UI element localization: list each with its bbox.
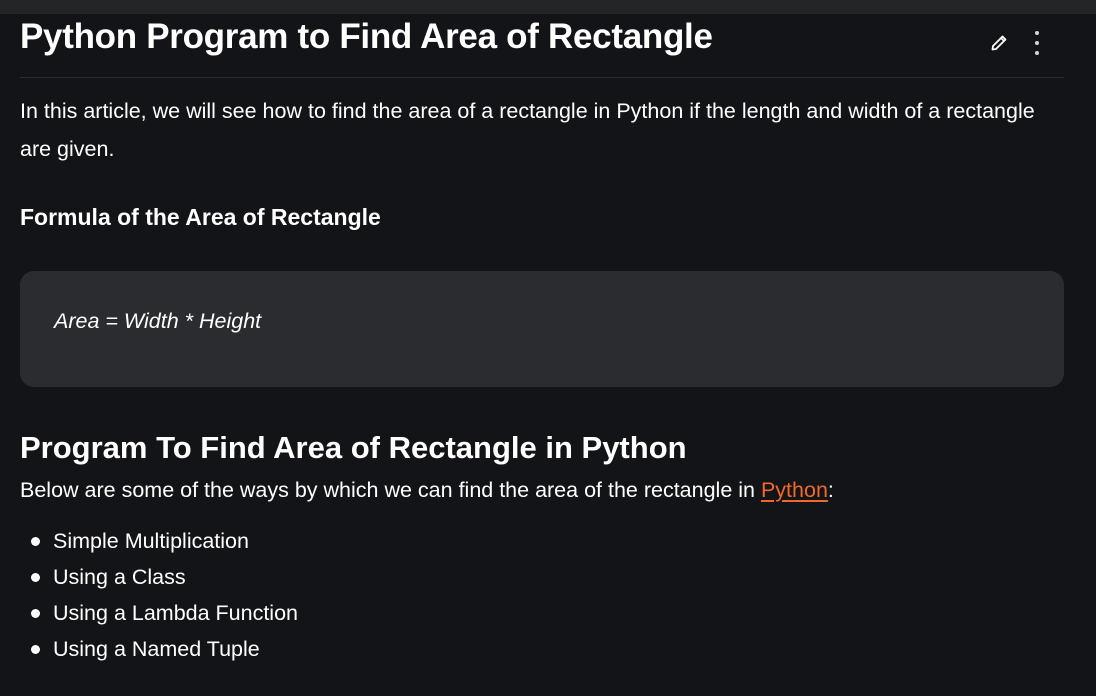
page-title: Python Program to Find Area of Rectangle — [20, 17, 713, 56]
list-item: Using a Class — [20, 559, 1064, 595]
article: Python Program to Find Area of Rectangle… — [20, 14, 1064, 667]
bullet-icon — [31, 573, 40, 582]
more-vertical-icon[interactable] — [1026, 30, 1048, 56]
bullet-icon — [31, 645, 40, 654]
program-description: Below are some of the ways by which we c… — [20, 475, 1064, 505]
list-item-label: Using a Class — [53, 565, 186, 589]
pencil-icon[interactable] — [988, 30, 1010, 56]
program-heading: Program To Find Area of Rectangle in Pyt… — [20, 430, 687, 465]
title-actions — [988, 30, 1048, 56]
browser-top-strip — [0, 0, 1096, 14]
formula-heading: Formula of the Area of Rectangle — [20, 204, 381, 230]
intro-paragraph: In this article, we will see how to find… — [20, 99, 1035, 161]
python-link[interactable]: Python — [761, 478, 828, 502]
list-item: Using a Lambda Function — [20, 595, 1064, 631]
list-item-label: Using a Lambda Function — [53, 601, 299, 625]
list-item-label: Simple Multiplication — [53, 529, 249, 553]
formula-text: Area = Width * Height — [54, 309, 262, 333]
description-text: Below are some of the ways by which we c… — [20, 478, 761, 502]
bullet-icon — [31, 537, 40, 546]
list-item: Using a Named Tuple — [20, 631, 1064, 667]
title-row: Python Program to Find Area of Rectangle — [20, 14, 1064, 78]
formula-block: Area = Width * Height — [20, 271, 1064, 387]
methods-list: Simple Multiplication Using a Class Usin… — [20, 523, 1064, 667]
list-item: Simple Multiplication — [20, 523, 1064, 559]
description-colon: : — [827, 478, 834, 502]
list-item-label: Using a Named Tuple — [53, 637, 260, 661]
bullet-icon — [31, 609, 40, 618]
